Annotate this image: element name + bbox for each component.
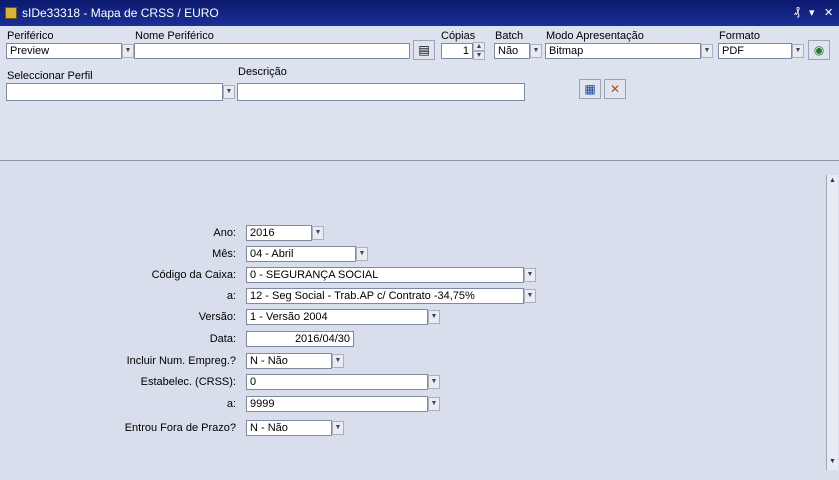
descricao-input[interactable] (237, 83, 525, 101)
scroll-down-icon[interactable]: ▼ (828, 458, 837, 468)
formato-label: Formato (719, 30, 760, 42)
incluir-num-empreg-label: Incluir Num. Empreg.? (126, 355, 236, 367)
scroll-up-icon[interactable]: ▲ (828, 177, 837, 187)
copias-down-icon[interactable]: ▼ (473, 51, 485, 60)
save-icon[interactable]: ▦ (579, 79, 601, 99)
copias-up-icon[interactable]: ▲ (473, 42, 485, 51)
descricao-label: Descrição (238, 66, 287, 78)
formato-select[interactable]: PDF (718, 43, 792, 59)
entrou-fora-prazo-dropdown-icon[interactable]: ▼ (332, 421, 344, 435)
modo-apresentacao-select[interactable]: Bitmap (545, 43, 701, 59)
periferico-select[interactable]: Preview (6, 43, 122, 59)
versao-select[interactable]: 1 - Versão 2004 (246, 309, 428, 325)
window-title: sIDe33318 - Mapa de CRSS / EURO (22, 6, 219, 20)
estabelec-label: Estabelec. (CRSS): (140, 376, 236, 388)
estabelec-ate-select[interactable]: 9999 (246, 396, 428, 412)
estabelec-ate-label: a: (226, 398, 236, 410)
codigo-caixa-label: Código da Caixa: (151, 269, 236, 281)
versao-label: Versão: (198, 311, 236, 323)
codigo-caixa-ate-select[interactable]: 12 - Seg Social - Trab.AP c/ Contrato -3… (246, 288, 524, 304)
restore-icon[interactable]: ▾ (809, 6, 815, 19)
run-icon[interactable]: ◉ (808, 40, 830, 60)
batch-select[interactable]: Não (494, 43, 530, 59)
modo-apresentacao-label: Modo Apresentação (546, 30, 644, 42)
codigo-caixa-ate-dropdown-icon[interactable]: ▼ (524, 289, 536, 303)
ano-select[interactable]: 2016 (246, 225, 312, 241)
versao-dropdown-icon[interactable]: ▼ (428, 310, 440, 324)
estabelec-select[interactable]: 0 (246, 374, 428, 390)
batch-label: Batch (495, 30, 524, 42)
data-label: Data: (209, 333, 236, 345)
vertical-scrollbar[interactable]: ▲ ▼ (826, 175, 838, 470)
incluir-num-empreg-dropdown-icon[interactable]: ▼ (332, 354, 344, 368)
seleccionar-perfil-select[interactable] (6, 83, 223, 101)
periferico-dropdown-icon[interactable]: ▼ (122, 44, 134, 58)
codigo-caixa-dropdown-icon[interactable]: ▼ (524, 268, 536, 282)
estabelec-ate-dropdown-icon[interactable]: ▼ (428, 397, 440, 411)
delete-icon[interactable]: ✕ (604, 79, 626, 99)
copias-label: Cópias (441, 30, 476, 42)
app-icon (5, 7, 17, 19)
estabelec-dropdown-icon[interactable]: ▼ (428, 375, 440, 389)
periferico-label: Periférico (7, 30, 54, 42)
ano-label: Ano: (213, 227, 236, 239)
formato-dropdown-icon[interactable]: ▼ (792, 44, 804, 58)
mes-select[interactable]: 04 - Abril (246, 246, 356, 262)
nome-periferico-label: Nome Periférico (135, 30, 214, 42)
title-bar: sIDe33318 - Mapa de CRSS / EURO ₰ ▾ ✕ (0, 0, 839, 26)
batch-dropdown-icon[interactable]: ▼ (530, 44, 542, 58)
copias-input[interactable]: 1 (441, 43, 473, 59)
incluir-num-empreg-select[interactable]: N - Não (246, 353, 332, 369)
seleccionar-perfil-dropdown-icon[interactable]: ▼ (223, 85, 235, 99)
entrou-fora-prazo-label: Entrou Fora de Prazo? (124, 422, 236, 434)
codigo-caixa-select[interactable]: 0 - SEGURANÇA SOCIAL (246, 267, 524, 283)
modo-apresentacao-dropdown-icon[interactable]: ▼ (701, 44, 713, 58)
minimize-icon[interactable]: ₰ (794, 6, 800, 18)
data-input[interactable]: 2016/04/30 (246, 331, 354, 347)
entrou-fora-prazo-select[interactable]: N - Não (246, 420, 332, 436)
mes-label: Mês: (212, 248, 236, 260)
close-icon[interactable]: ✕ (824, 6, 833, 19)
ano-dropdown-icon[interactable]: ▼ (312, 226, 324, 240)
seleccionar-perfil-label: Seleccionar Perfil (7, 70, 93, 82)
nome-periferico-input[interactable] (134, 43, 410, 59)
codigo-caixa-ate-label: a: (226, 290, 236, 302)
printer-icon[interactable]: ▤ (413, 40, 435, 60)
mes-dropdown-icon[interactable]: ▼ (356, 247, 368, 261)
